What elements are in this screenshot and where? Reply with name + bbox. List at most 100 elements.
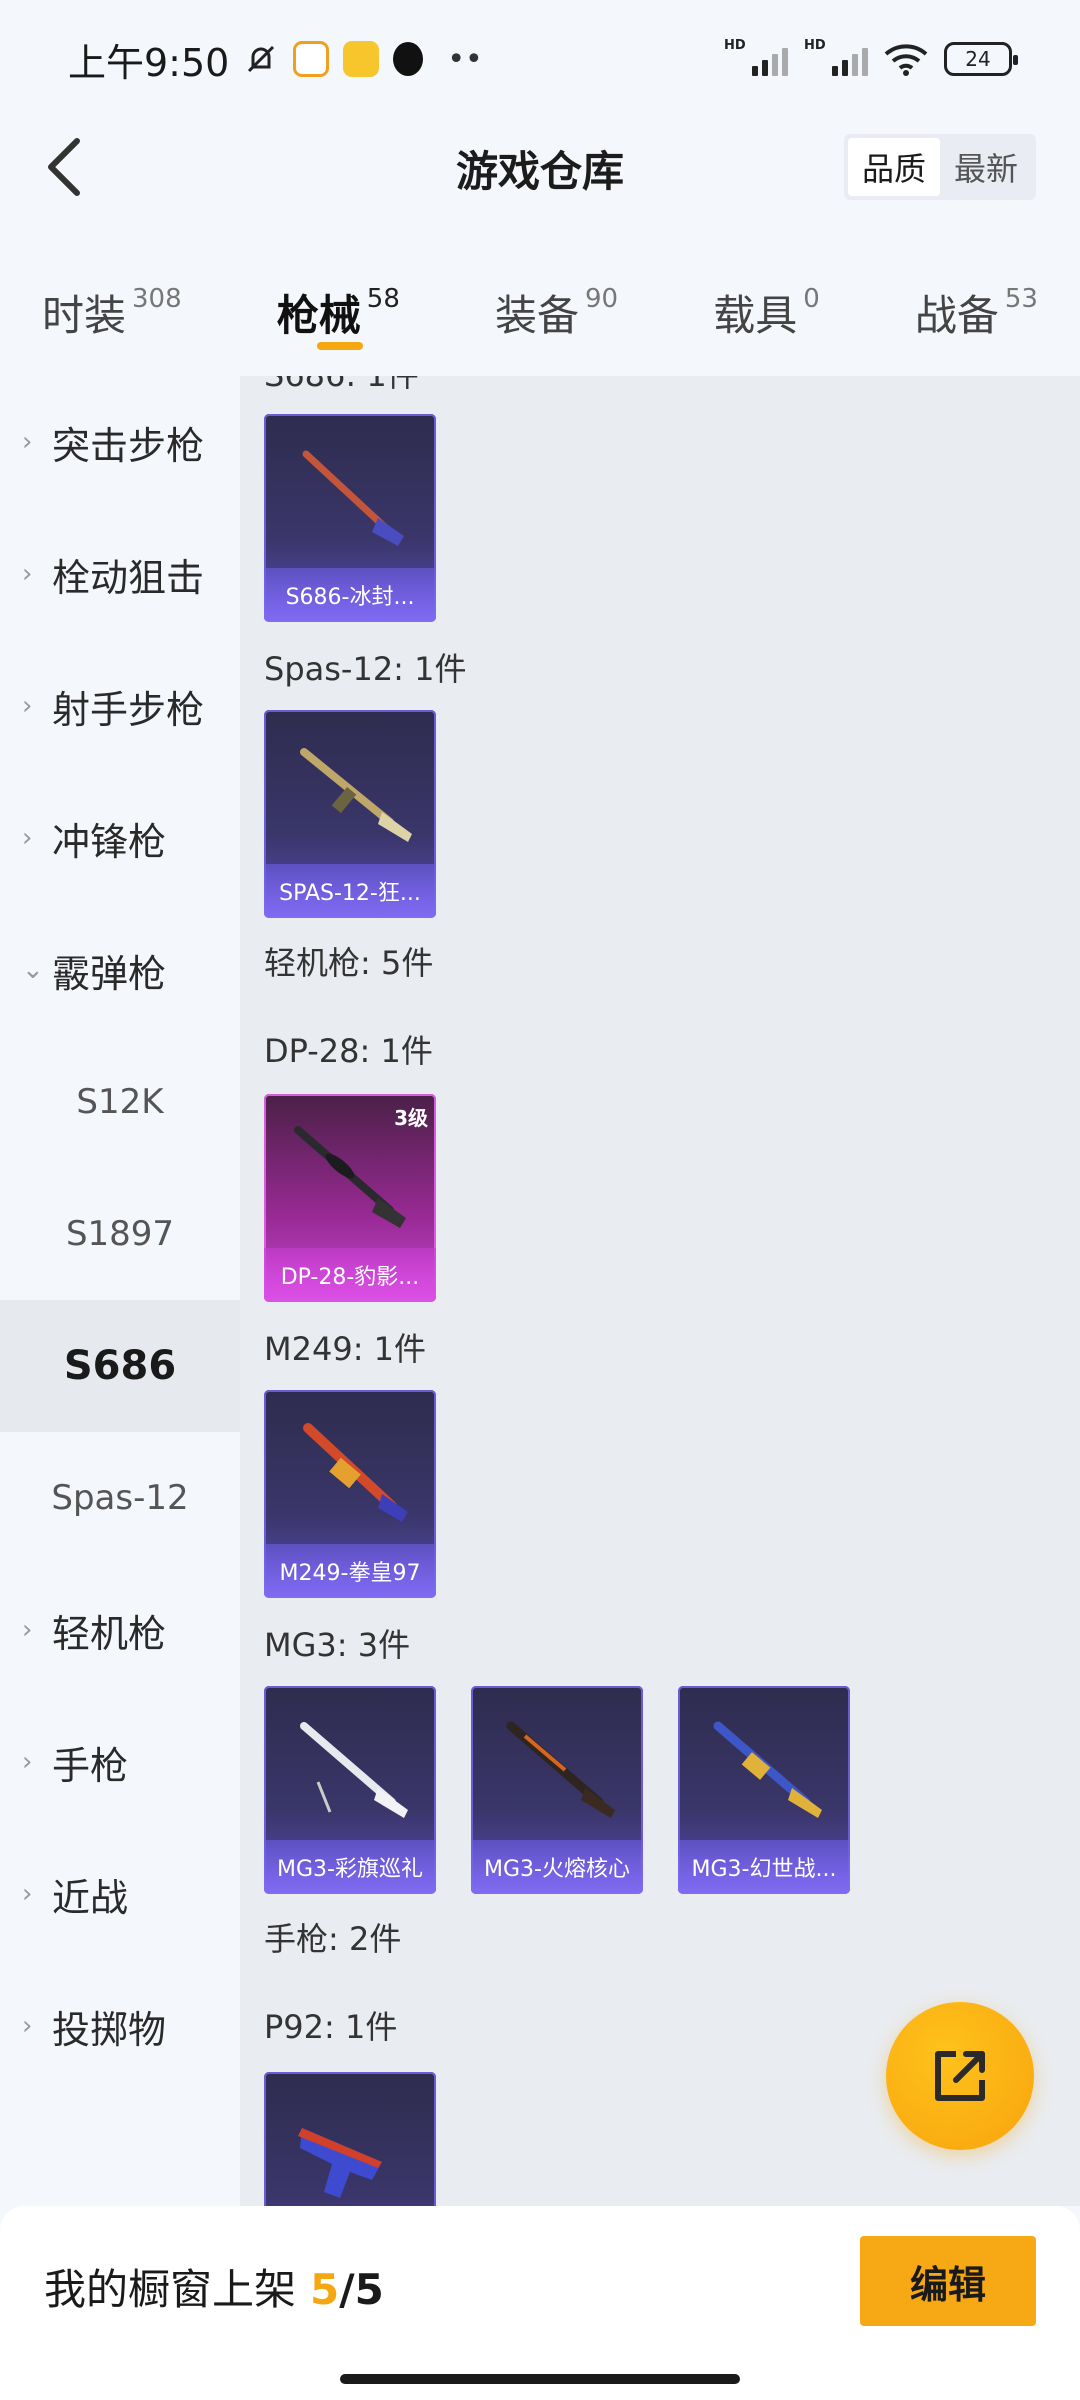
chevron-left-icon xyxy=(48,138,80,196)
sort-quality-button[interactable]: 品质 xyxy=(848,138,940,196)
tab-count: 53 xyxy=(1004,284,1038,314)
tab-count: 308 xyxy=(132,284,182,314)
item-card[interactable]: MG3-幻世战... xyxy=(678,1686,850,1894)
item-card[interactable]: M249-拳皇97 xyxy=(264,1390,436,1598)
mute-bell-icon xyxy=(248,45,275,73)
lmg-skin-icon xyxy=(713,1721,822,1818)
sidebar-item-label: 投掷物 xyxy=(52,2007,167,2052)
lmg-skin-icon xyxy=(300,1722,408,1818)
section-header: 轻机枪: 5件 xyxy=(264,944,434,982)
item-card-name: MG3-彩旗巡礼 xyxy=(264,1840,436,1894)
wifi-icon xyxy=(884,44,928,76)
sidebar-item-throwable[interactable]: › 投掷物 xyxy=(0,1960,240,2092)
tab-label: 载具 xyxy=(713,291,798,340)
share-button[interactable] xyxy=(886,2002,1034,2150)
tab-firearms[interactable]: 枪械 58 xyxy=(277,258,400,358)
qq-icon xyxy=(393,42,424,76)
section-header: Spas-12: 1件 xyxy=(264,650,467,688)
sidebar-sub-spas12[interactable]: Spas-12 xyxy=(0,1432,240,1564)
chevron-down-icon: ⌄ xyxy=(22,955,44,985)
item-card-name: MG3-火熔核心 xyxy=(471,1840,643,1894)
sidebar-item-label: 霰弹枪 xyxy=(52,951,167,996)
tab-outfits[interactable]: 时装 308 xyxy=(42,258,182,358)
item-card[interactable] xyxy=(264,2072,436,2206)
section-header: P92: 1件 xyxy=(264,2008,398,2046)
lmg-skin-icon xyxy=(294,1126,406,1228)
sort-latest-button[interactable]: 最新 xyxy=(940,138,1032,196)
tab-count: 90 xyxy=(585,284,619,314)
item-card-name: SPAS-12-狂... xyxy=(264,864,436,918)
battery-level: 24 xyxy=(965,47,991,71)
sidebar-item-shotgun[interactable]: ⌄ 霰弹枪 xyxy=(0,904,240,1036)
more-notifications-icon: •• xyxy=(447,41,483,77)
back-button[interactable] xyxy=(28,132,98,202)
status-time: 上午9:50 xyxy=(68,40,230,85)
sidebar-item-lmg[interactable]: › 轻机枪 xyxy=(0,1564,240,1696)
section-header: S686: 1件 xyxy=(264,376,419,396)
signal-icon: HD xyxy=(804,38,868,76)
tab-label: 战备 xyxy=(914,291,999,340)
external-link-icon xyxy=(935,2051,985,2101)
sidebar-item-assault-rifle[interactable]: › 突击步枪 xyxy=(0,376,240,508)
sidebar-item-bolt-sniper[interactable]: › 栓动狙击 xyxy=(0,508,240,640)
tab-vehicles[interactable]: 载具 0 xyxy=(713,258,820,358)
home-indicator[interactable] xyxy=(340,2374,740,2384)
item-card[interactable]: 3级 DP-28-豹影... xyxy=(264,1094,436,1302)
showcase-current-count: 5 xyxy=(310,2265,340,2314)
chevron-right-icon: › xyxy=(22,1615,33,1645)
showcase-status: 我的橱窗上架 5 /5 xyxy=(44,2256,384,2317)
chevron-right-icon: › xyxy=(22,1747,33,1777)
item-card-name: S686-冰封... xyxy=(264,568,436,622)
sidebar-item-label: 突击步枪 xyxy=(52,423,205,468)
item-card-name: M249-拳皇97 xyxy=(264,1544,436,1598)
chevron-right-icon: › xyxy=(22,559,33,589)
section-header: 手枪: 2件 xyxy=(264,1920,402,1958)
item-card[interactable]: MG3-彩旗巡礼 xyxy=(264,1686,436,1894)
item-card[interactable]: MG3-火熔核心 xyxy=(471,1686,643,1894)
section-header: M249: 1件 xyxy=(264,1330,427,1368)
pistol-skin-icon xyxy=(298,2128,382,2198)
chevron-right-icon: › xyxy=(22,1879,33,1909)
showcase-label: 我的橱窗上架 xyxy=(44,2265,297,2314)
item-card[interactable]: S686-冰封... xyxy=(264,414,436,622)
sidebar-item-label: 射手步枪 xyxy=(52,687,205,732)
lmg-skin-icon xyxy=(506,1721,615,1818)
chevron-right-icon: › xyxy=(22,823,33,853)
section-header: DP-28: 1件 xyxy=(264,1032,433,1070)
bottom-bar: 我的橱窗上架 5 /5 编辑 xyxy=(0,2206,1080,2400)
sidebar-sub-s12k[interactable]: S12K xyxy=(0,1036,240,1168)
sidebar-item-dmr[interactable]: › 射手步枪 xyxy=(0,640,240,772)
tab-label: 时装 xyxy=(42,291,127,340)
app-header: 游戏仓库 品质 最新 xyxy=(0,118,1080,218)
app-notification-icon xyxy=(343,41,380,77)
sidebar-item-label: 近战 xyxy=(52,1875,129,1920)
showcase-total-count: /5 xyxy=(339,2265,384,2314)
item-card-name: MG3-幻世战... xyxy=(678,1840,850,1894)
shotgun-skin-icon xyxy=(302,450,404,546)
app-notification-icon xyxy=(293,41,330,77)
chevron-right-icon: › xyxy=(22,691,33,721)
item-card[interactable]: SPAS-12-狂... xyxy=(264,710,436,918)
tab-equipment[interactable]: 装备 90 xyxy=(495,258,618,358)
active-tab-indicator xyxy=(316,342,363,350)
item-list: S686: 1件 S686-冰封... Spas-12: 1件 SPAS-12-… xyxy=(240,376,1080,2206)
sidebar-item-label: 冲锋枪 xyxy=(52,819,167,864)
item-card-name: DP-28-豹影... xyxy=(264,1248,436,1302)
tab-supplies[interactable]: 战备 53 xyxy=(915,258,1038,358)
sidebar-sub-s1897[interactable]: S1897 xyxy=(0,1168,240,1300)
sidebar-item-label: 栓动狙击 xyxy=(52,555,205,600)
tab-label: 装备 xyxy=(494,291,579,340)
category-tabs: 时装 308 枪械 58 装备 90 载具 0 战备 53 xyxy=(0,258,1080,358)
status-bar: 上午9:50 •• HD HD 24 xyxy=(0,0,1080,118)
sidebar-item-label: 轻机枪 xyxy=(52,1611,167,1656)
sidebar-sub-s686[interactable]: S686 xyxy=(0,1300,240,1432)
chevron-right-icon: › xyxy=(22,2011,33,2041)
shotgun-skin-icon xyxy=(300,748,412,842)
tab-label: 枪械 xyxy=(276,291,361,340)
edit-button[interactable]: 编辑 xyxy=(860,2236,1036,2326)
sort-toggle: 品质 最新 xyxy=(844,134,1036,200)
sidebar-item-melee[interactable]: › 近战 xyxy=(0,1828,240,1960)
sidebar-item-smg[interactable]: › 冲锋枪 xyxy=(0,772,240,904)
sidebar-item-pistol[interactable]: › 手枪 xyxy=(0,1696,240,1828)
section-header: MG3: 3件 xyxy=(264,1626,411,1664)
